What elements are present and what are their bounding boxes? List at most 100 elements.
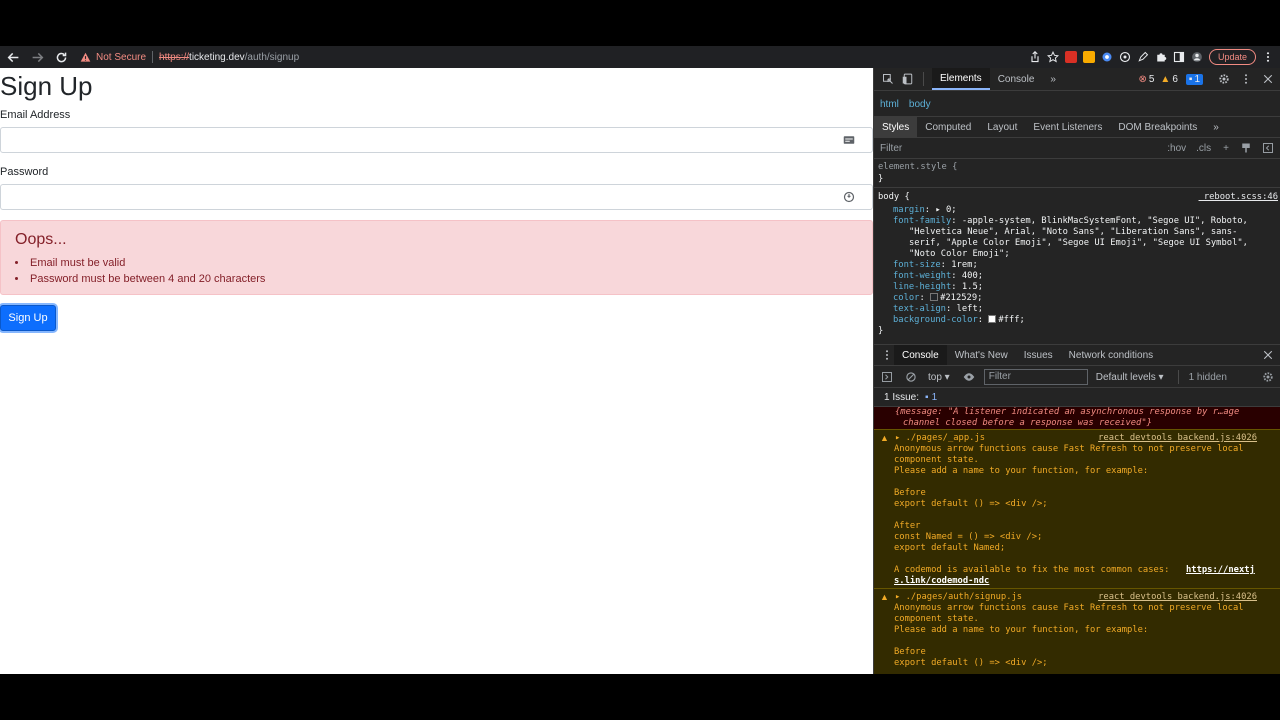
plus-icon[interactable]: + [1223, 143, 1229, 154]
close-drawer-icon[interactable] [1261, 348, 1275, 362]
drawer-menu-icon[interactable] [880, 348, 894, 362]
gear-icon[interactable] [1217, 72, 1231, 86]
drawer-tab-whats-new[interactable]: What's New [947, 345, 1016, 365]
val-font-size[interactable]: 1rem; [951, 260, 977, 270]
email-label: Email Address [0, 109, 71, 121]
more-tabs-icon[interactable]: » [1042, 68, 1064, 90]
val-text-align[interactable]: left; [957, 304, 983, 314]
close-icon[interactable] [1261, 72, 1275, 86]
context-selector[interactable]: top ▾ [928, 372, 950, 383]
email-field[interactable] [0, 127, 873, 153]
back-button[interactable] [2, 46, 24, 68]
color-swatch[interactable] [930, 293, 939, 301]
side-panel-icon[interactable] [1173, 51, 1185, 63]
extension-circle-icon[interactable] [1119, 51, 1131, 63]
key-icon[interactable] [843, 191, 855, 203]
val-margin[interactable]: 0; [946, 205, 957, 215]
log-levels-dropdown[interactable]: Default levels ▾ [1096, 372, 1164, 383]
menu-icon[interactable] [1262, 51, 1274, 63]
kebab-menu-icon[interactable] [1239, 72, 1253, 86]
reload-button[interactable] [50, 46, 72, 68]
tab-console[interactable]: Console [990, 68, 1043, 90]
rule-source-link[interactable]: _reboot.scss:46 [1199, 192, 1278, 203]
console-sidebar-icon[interactable] [880, 370, 894, 384]
reload-icon [56, 52, 66, 62]
devtools-tab-bar: Elements Console » ⊗ 5 ▲ 6 ▪ 1 [874, 68, 1280, 91]
prop-margin[interactable]: margin [893, 205, 925, 215]
issues-row[interactable]: 1 Issue: ▪ 1 [874, 389, 1280, 407]
drawer-tab-network-conditions[interactable]: Network conditions [1061, 345, 1161, 365]
console-settings-icon[interactable] [1261, 370, 1275, 384]
url-host: ticketing.dev [189, 51, 245, 63]
prop-text-align[interactable]: text-align [893, 304, 946, 314]
prop-font-family[interactable]: font-family [893, 216, 951, 226]
warning-head[interactable]: ▸ ./pages/auth/signup.js [895, 592, 1022, 603]
prop-color[interactable]: color [893, 293, 919, 303]
codemod-link[interactable]: s.link/codemod-ndc [894, 576, 989, 587]
update-button[interactable]: Update [1208, 49, 1256, 65]
val-font-family[interactable]: -apple-system, BlinkMacSystemFont, "Sego… [962, 216, 1248, 226]
val-font-weight[interactable]: 400; [962, 271, 983, 281]
tab-event-listeners[interactable]: Event Listeners [1025, 117, 1110, 137]
warning-head[interactable]: ▸ ./pages/_app.js [895, 433, 985, 444]
breadcrumb-body[interactable]: body [909, 99, 931, 110]
puzzle-icon[interactable] [1155, 51, 1167, 63]
tab-dom-breakpoints[interactable]: DOM Breakpoints [1110, 117, 1205, 137]
extension-pen-icon[interactable] [1137, 51, 1149, 63]
tab-styles[interactable]: Styles [874, 117, 918, 137]
hov-toggle[interactable]: :hov [1167, 143, 1186, 154]
tab-layout[interactable]: Layout [979, 117, 1025, 137]
profile-icon[interactable] [1191, 51, 1203, 63]
inspect-icon[interactable] [881, 72, 895, 86]
warning-source-link[interactable]: react_devtools_backend.js:4026 [1098, 592, 1257, 603]
extension-red-icon[interactable] [1064, 51, 1077, 63]
url-path: /auth/signup [244, 51, 300, 63]
divider [1177, 370, 1179, 384]
forward-button[interactable] [26, 46, 48, 68]
star-icon[interactable] [1046, 51, 1059, 63]
share-icon[interactable] [1029, 51, 1041, 63]
console-warning-signup[interactable]: ▲ ▸ ./pages/auth/signup.js react_devtool… [874, 588, 1280, 674]
prop-font-size[interactable]: font-size [893, 260, 941, 270]
clear-console-icon[interactable] [904, 370, 918, 384]
tab-computed[interactable]: Computed [917, 117, 979, 137]
element-style-selector[interactable]: element.style { [878, 162, 957, 173]
extension-blue-icon[interactable] [1101, 51, 1113, 63]
issue-counters[interactable]: ⊗ 5 ▲ 6 ▪ 1 [1132, 73, 1203, 85]
body-selector[interactable]: body { [878, 192, 910, 203]
val-line-height[interactable]: 1.5; [962, 282, 983, 292]
cls-toggle[interactable]: .cls [1196, 143, 1211, 154]
log-levels-value: Default levels [1095, 371, 1156, 383]
prop-font-weight[interactable]: font-weight [893, 271, 951, 281]
autofill-card-icon[interactable] [843, 134, 855, 146]
paint-icon[interactable] [1239, 141, 1253, 155]
address-bar[interactable]: Not Secure https:// ticketing.dev /auth/… [80, 48, 299, 66]
prop-background-color[interactable]: background-color [893, 315, 978, 325]
val-background-color[interactable]: #fff; [998, 315, 1024, 325]
eye-icon[interactable] [962, 370, 976, 384]
console-warning-app[interactable]: ▲ ▸ ./pages/_app.js react_devtools_backe… [874, 429, 1280, 588]
val-font-family-cont: "Noto Color Emoji"; [909, 249, 1010, 259]
device-toolbar-icon[interactable] [901, 72, 915, 86]
warning-line: Anonymous arrow functions cause Fast Ref… [894, 603, 1244, 613]
styles-filter-input[interactable]: Filter [880, 143, 902, 154]
codemod-link[interactable]: https://nextj [1186, 565, 1255, 576]
drawer-tab-console[interactable]: Console [894, 345, 947, 365]
val-color[interactable]: #212529; [940, 293, 982, 303]
warning-source-link[interactable]: react_devtools_backend.js:4026 [1098, 433, 1257, 444]
sign-up-button[interactable]: Sign Up [0, 305, 56, 331]
color-swatch[interactable] [988, 315, 997, 323]
password-field[interactable] [0, 184, 873, 210]
console-error-message[interactable]: {message: "A listener indicated an async… [874, 407, 1280, 429]
tab-elements[interactable]: Elements [932, 68, 990, 90]
more-tabs-icon[interactable]: » [1205, 117, 1227, 137]
drawer-tab-issues[interactable]: Issues [1016, 345, 1061, 365]
extension-yellow-icon[interactable] [1082, 51, 1095, 63]
error-message-line: {message: "A listener indicated an async… [895, 407, 1240, 417]
sidebar-toggle-icon[interactable] [1261, 141, 1275, 155]
breadcrumb-html[interactable]: html [880, 99, 899, 110]
security-indicator[interactable]: Not Secure [80, 52, 146, 63]
warning-icon: ▲ [1160, 73, 1171, 85]
console-filter-input[interactable]: Filter [983, 369, 1088, 385]
prop-line-height[interactable]: line-height [893, 282, 951, 292]
